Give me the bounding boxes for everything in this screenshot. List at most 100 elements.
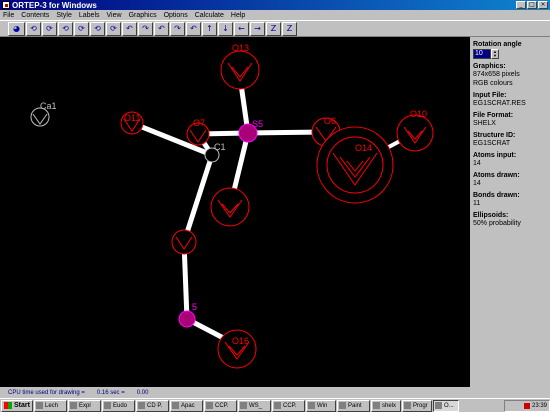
menu-bar: File Contents Style Labels View Graphics… xyxy=(0,10,550,20)
info-panel: Rotation angle 10 ▲ ▼ Graphics: 874x658 … xyxy=(470,37,550,387)
taskbar-item[interactable]: Paint xyxy=(337,399,370,412)
taskbar-item-label: Progr xyxy=(413,402,428,409)
app-icon xyxy=(373,402,380,409)
taskbar-item-label: shelx xyxy=(382,402,397,409)
menu-options[interactable]: Options xyxy=(164,12,188,19)
rotate-z-plus-icon[interactable]: ⟲ xyxy=(90,21,105,36)
taskbar: Start Lech Expl Eudo CD P. Apac CCP. WS_… xyxy=(0,398,550,412)
cpu-time-value: 0.16 sec = xyxy=(96,389,125,396)
menu-style[interactable]: Style xyxy=(56,12,72,19)
taskbar-item[interactable]: CCP. xyxy=(272,399,305,412)
ellipsoids-value: 50% probability xyxy=(473,220,521,227)
atom-s-lower xyxy=(178,310,196,328)
taskbar-item-label: O... xyxy=(444,402,454,409)
rotate-z-minus-icon[interactable]: ⟳ xyxy=(106,21,121,36)
arrow-left-icon[interactable]: ← xyxy=(234,21,249,36)
graphics-label: Graphics: xyxy=(473,63,506,70)
zoom-in-icon[interactable]: Z xyxy=(266,21,281,36)
atom-c-mid xyxy=(171,229,197,255)
close-button[interactable]: × xyxy=(538,1,548,9)
arrow-up-icon[interactable]: ↑ xyxy=(202,21,217,36)
label-o14: O14 xyxy=(355,143,372,153)
input-file-label: Input File: xyxy=(473,92,507,99)
label-ca1: Ca1 xyxy=(40,101,57,111)
rotate-d-icon[interactable]: ↷ xyxy=(170,21,185,36)
app-icon xyxy=(70,402,77,409)
rotate-y-plus-icon[interactable]: ⟲ xyxy=(58,21,73,36)
taskbar-item[interactable]: Apac xyxy=(170,399,203,412)
rotation-angle-input[interactable]: 10 xyxy=(473,49,491,59)
rotation-angle-control: 10 ▲ ▼ xyxy=(473,49,547,59)
rotate-x-minus-icon[interactable]: ⟳ xyxy=(42,21,57,36)
arrow-right-icon[interactable]: → xyxy=(250,21,265,36)
cpu-time-label: CPU time used for drawing = xyxy=(8,389,85,396)
rotate-e-icon[interactable]: ↶ xyxy=(186,21,201,36)
rotate-y-minus-icon[interactable]: ⟳ xyxy=(74,21,89,36)
app-icon xyxy=(404,402,411,409)
atom-o13 xyxy=(220,50,260,90)
atoms-drawn-label: Atoms drawn: xyxy=(473,172,520,179)
menu-view[interactable]: View xyxy=(107,12,122,19)
zoom-out-icon[interactable]: Z xyxy=(282,21,297,36)
start-button[interactable]: Start xyxy=(1,399,33,412)
rotate-b-icon[interactable]: ↷ xyxy=(138,21,153,36)
taskbar-item-label: Win xyxy=(317,402,328,409)
bond-c1-c xyxy=(181,152,215,245)
atoms xyxy=(30,50,434,369)
app-icon xyxy=(138,402,145,409)
toolbar: ◕ ⟲ ⟳ ⟲ ⟳ ⟲ ⟳ ↶ ↷ ↶ ↷ ↶ ↑ ↓ ← → Z Z xyxy=(0,20,550,37)
rotation-spinner[interactable]: ▲ ▼ xyxy=(491,49,499,59)
taskbar-item[interactable]: Expl xyxy=(68,399,101,412)
app-icon xyxy=(172,402,179,409)
atom-o14 xyxy=(316,126,394,204)
file-format-value: SHELX xyxy=(473,120,496,127)
arrow-down-icon[interactable]: ↓ xyxy=(218,21,233,36)
spin-down-icon[interactable]: ▼ xyxy=(492,54,498,58)
rotate-a-icon[interactable]: ↶ xyxy=(122,21,137,36)
system-tray: 23:39 xyxy=(504,399,550,412)
label-o13: O13 xyxy=(232,43,249,53)
taskbar-item[interactable]: Progr xyxy=(402,399,432,412)
ellipsoids-label: Ellipsoids: xyxy=(473,212,509,219)
taskbar-item[interactable]: WS_ xyxy=(238,399,271,412)
graphics-size: 874x658 pixels xyxy=(473,71,520,78)
clock[interactable]: 23:39 xyxy=(532,403,547,409)
molecule-canvas[interactable]: O13 O11 O7 S5 O6 O14 O10 Ca1 5 O16 C1 xyxy=(0,37,470,387)
taskbar-item[interactable]: CCP. xyxy=(204,399,237,412)
taskbar-item-active[interactable]: O... xyxy=(433,399,459,412)
bonds-drawn-value: 11 xyxy=(473,200,481,207)
atoms-input-label: Atoms input: xyxy=(473,152,517,159)
label-o10: O10 xyxy=(410,109,427,119)
taskbar-item[interactable]: Eudo xyxy=(102,399,135,412)
menu-file[interactable]: File xyxy=(3,12,14,19)
taskbar-item-label: Apac xyxy=(181,402,195,409)
taskbar-item[interactable]: CD P. xyxy=(136,399,169,412)
label-s5b: 5 xyxy=(192,302,197,312)
app-icon[interactable] xyxy=(2,1,10,9)
bonds xyxy=(129,74,417,346)
taskbar-item[interactable]: Lech xyxy=(34,399,67,412)
bonds-drawn-label: Bonds drawn: xyxy=(473,192,520,199)
menu-contents[interactable]: Contents xyxy=(21,12,49,19)
molecule-drawing: O13 O11 O7 S5 O6 O14 O10 Ca1 5 O16 C1 xyxy=(30,43,434,369)
minimize-button[interactable]: _ xyxy=(516,1,526,9)
taskbar-item[interactable]: Win xyxy=(306,399,336,412)
app-icon xyxy=(308,402,315,409)
cpu-extra-value: 0.00 xyxy=(136,389,149,396)
menu-calculate[interactable]: Calculate xyxy=(195,12,224,19)
taskbar-item[interactable]: shelx xyxy=(371,399,401,412)
structure-id-label: Structure ID: xyxy=(473,132,516,139)
app-icon xyxy=(104,402,111,409)
color-wheel-icon[interactable]: ◕ xyxy=(8,21,25,36)
rotate-x-plus-icon[interactable]: ⟲ xyxy=(26,21,41,36)
label-o16: O16 xyxy=(232,336,249,346)
structure-id-value: EG1SCRAT xyxy=(473,140,511,147)
title-bar[interactable]: ORTEP-3 for Windows _ □ × xyxy=(0,0,550,10)
label-o7: O7 xyxy=(193,118,205,128)
rotate-c-icon[interactable]: ↶ xyxy=(154,21,169,36)
volume-icon[interactable] xyxy=(523,402,530,409)
menu-labels[interactable]: Labels xyxy=(79,12,100,19)
menu-graphics[interactable]: Graphics xyxy=(129,12,157,19)
maximize-button[interactable]: □ xyxy=(527,1,537,9)
menu-help[interactable]: Help xyxy=(231,12,245,19)
